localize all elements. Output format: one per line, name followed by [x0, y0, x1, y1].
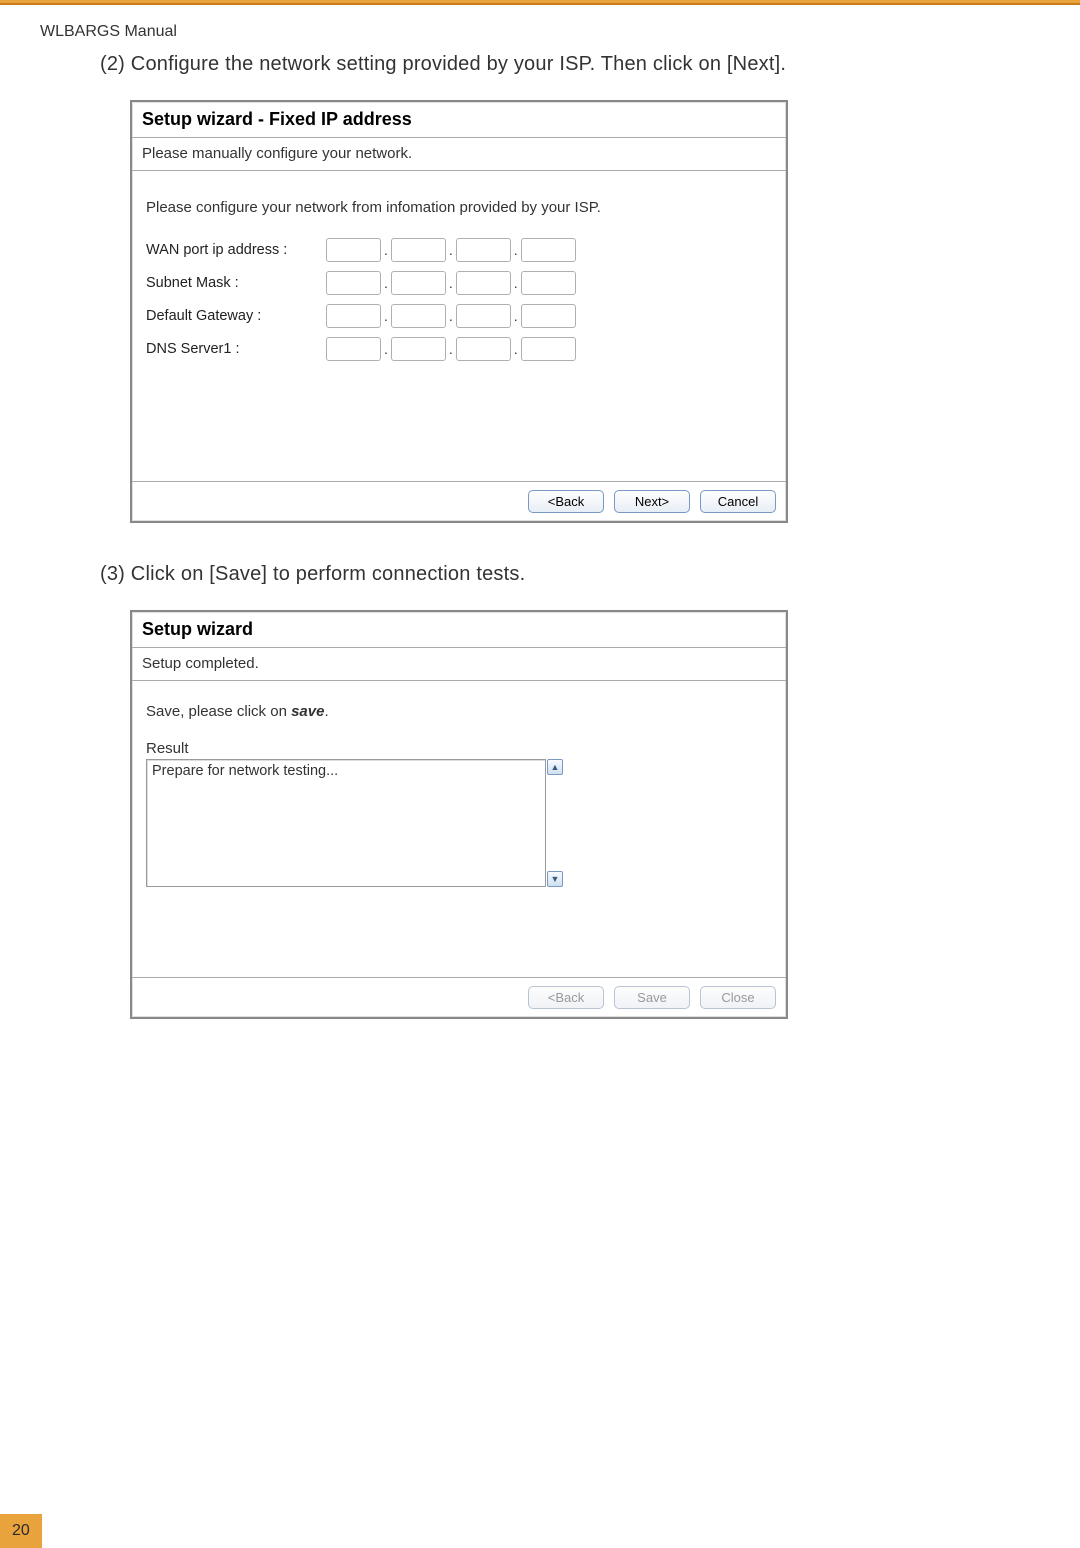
dot-icon: .	[511, 341, 521, 357]
dns1-octet-1[interactable]	[326, 337, 381, 361]
dot-icon: .	[446, 341, 456, 357]
save-suffix: .	[324, 703, 328, 720]
result-textbox: Prepare for network testing...	[146, 759, 546, 887]
wizard1-title: Setup wizard - Fixed IP address	[132, 102, 786, 138]
default-gateway-label: Default Gateway :	[146, 308, 326, 324]
gateway-octet-2[interactable]	[391, 304, 446, 328]
back-button[interactable]: <Back	[528, 490, 604, 513]
wizard1-body: Please configure your network from infom…	[132, 171, 786, 481]
wan-ip-octet-4[interactable]	[521, 238, 576, 262]
subnet-mask-input-group: . . .	[326, 271, 576, 295]
gateway-octet-3[interactable]	[456, 304, 511, 328]
save-instruction: Save, please click on save.	[146, 703, 772, 720]
default-gateway-row: Default Gateway : . . .	[146, 304, 772, 328]
subnet-octet-3[interactable]	[456, 271, 511, 295]
dns1-octet-4[interactable]	[521, 337, 576, 361]
gateway-octet-1[interactable]	[326, 304, 381, 328]
dns1-octet-2[interactable]	[391, 337, 446, 361]
save-prefix: Save, please click on	[146, 703, 291, 720]
wizard1-button-bar: <Back Next> Cancel	[132, 481, 786, 521]
dot-icon: .	[381, 308, 391, 324]
wan-ip-input-group: . . .	[326, 238, 576, 262]
wizard-fixed-ip: Setup wizard - Fixed IP address Please m…	[130, 100, 788, 523]
cancel-button[interactable]: Cancel	[700, 490, 776, 513]
close-button-disabled: Close	[700, 986, 776, 1009]
dot-icon: .	[446, 275, 456, 291]
wan-ip-octet-2[interactable]	[391, 238, 446, 262]
dot-icon: .	[446, 242, 456, 258]
scroll-down-icon[interactable]: ▼	[547, 871, 563, 887]
next-button[interactable]: Next>	[614, 490, 690, 513]
save-button-disabled: Save	[614, 986, 690, 1009]
dns1-octet-3[interactable]	[456, 337, 511, 361]
back-button-disabled: <Back	[528, 986, 604, 1009]
wan-ip-octet-1[interactable]	[326, 238, 381, 262]
subnet-mask-label: Subnet Mask :	[146, 275, 326, 291]
page-number: 20	[12, 1522, 30, 1540]
gateway-input-group: . . .	[326, 304, 576, 328]
page-content: (2) Configure the network setting provid…	[0, 41, 1080, 1019]
dot-icon: .	[381, 275, 391, 291]
save-bold-word: save	[291, 703, 324, 720]
wan-ip-row: WAN port ip address : . . .	[146, 238, 772, 262]
dns-server1-label: DNS Server1 :	[146, 341, 326, 357]
manual-title: WLBARGS Manual	[40, 23, 177, 40]
dot-icon: .	[511, 242, 521, 258]
result-area: Prepare for network testing... ▲ ▼	[146, 759, 566, 887]
wizard2-button-bar: <Back Save Close	[132, 977, 786, 1017]
result-text: Prepare for network testing...	[152, 763, 338, 779]
step-3-text: (3) Click on [Save] to perform connectio…	[100, 563, 1020, 586]
subnet-octet-4[interactable]	[521, 271, 576, 295]
wizard1-prompt: Please configure your network from infom…	[146, 199, 772, 216]
page-header: WLBARGS Manual	[0, 5, 1080, 41]
page-footer: 20	[0, 1514, 42, 1548]
wan-ip-label: WAN port ip address :	[146, 242, 326, 258]
dot-icon: .	[511, 308, 521, 324]
result-scrollbar: ▲ ▼	[546, 759, 564, 887]
subnet-octet-2[interactable]	[391, 271, 446, 295]
dns-server1-row: DNS Server1 : . . .	[146, 337, 772, 361]
subnet-mask-row: Subnet Mask : . . .	[146, 271, 772, 295]
dot-icon: .	[446, 308, 456, 324]
result-label: Result	[146, 740, 772, 757]
dns1-input-group: . . .	[326, 337, 576, 361]
scroll-up-icon[interactable]: ▲	[547, 759, 563, 775]
dot-icon: .	[381, 242, 391, 258]
wizard2-subtitle: Setup completed.	[132, 648, 786, 681]
wizard-completed: Setup wizard Setup completed. Save, plea…	[130, 610, 788, 1019]
wizard1-subtitle: Please manually configure your network.	[132, 138, 786, 171]
dot-icon: .	[511, 275, 521, 291]
wan-ip-octet-3[interactable]	[456, 238, 511, 262]
wizard2-title: Setup wizard	[132, 612, 786, 648]
dot-icon: .	[381, 341, 391, 357]
step-2-text: (2) Configure the network setting provid…	[100, 53, 1020, 76]
gateway-octet-4[interactable]	[521, 304, 576, 328]
wizard2-body: Save, please click on save. Result Prepa…	[132, 681, 786, 977]
subnet-octet-1[interactable]	[326, 271, 381, 295]
